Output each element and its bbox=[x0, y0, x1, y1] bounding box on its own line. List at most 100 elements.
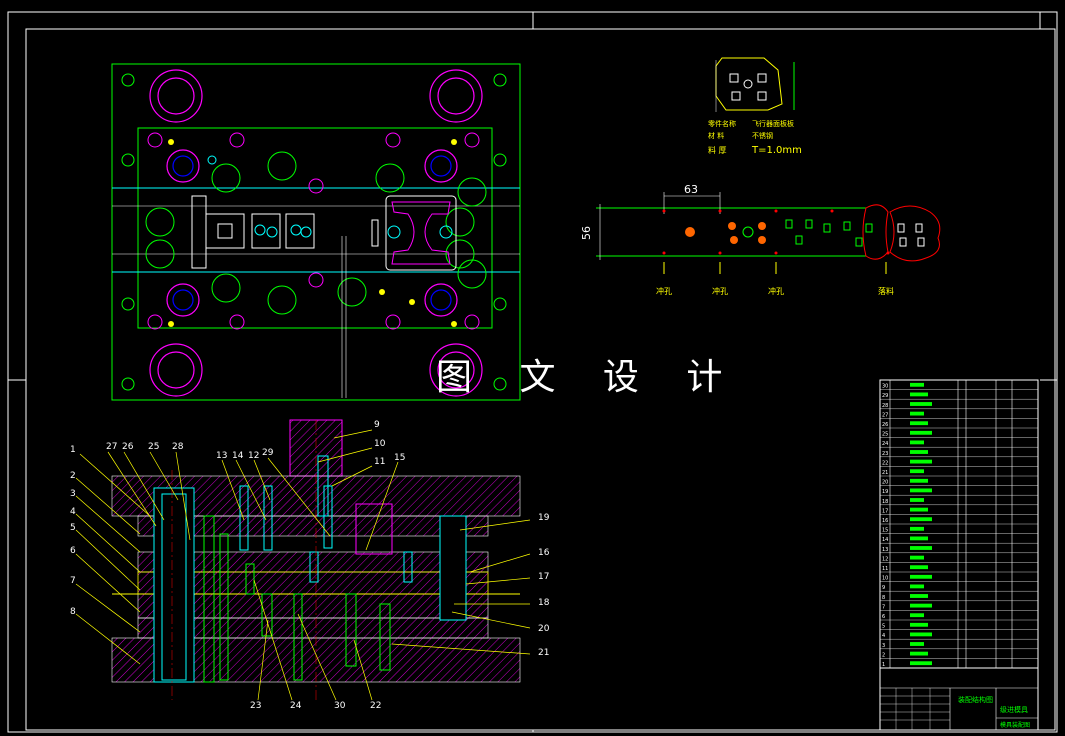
bom-row-number: 8 bbox=[882, 595, 885, 601]
callout-13: 13 bbox=[216, 451, 227, 461]
station-label-4: 落料 bbox=[878, 286, 894, 296]
material-label: 材 料 bbox=[708, 131, 724, 140]
bom-row-number: 17 bbox=[882, 508, 888, 514]
bom-row-name-mark bbox=[910, 517, 932, 522]
bom-row-number: 19 bbox=[882, 489, 888, 495]
bom-row-number: 1 bbox=[882, 662, 885, 668]
callout-5: 5 bbox=[70, 523, 76, 533]
title-block-drawing: 装配结构图 bbox=[958, 695, 993, 704]
bom-row-name-mark bbox=[910, 421, 928, 426]
callout-11: 11 bbox=[374, 457, 385, 467]
bom-row-number: 4 bbox=[882, 633, 885, 639]
thickness-label: 料 厚 bbox=[708, 145, 727, 155]
title-block: 装配结构图 级进模具 模具装配图 bbox=[879, 667, 1039, 731]
dim-pitch: 63 bbox=[684, 183, 698, 196]
bom-row-number: 21 bbox=[882, 470, 888, 476]
bom-row-number: 26 bbox=[882, 422, 888, 428]
bom-row-name-mark bbox=[910, 574, 932, 579]
bom-row-number: 16 bbox=[882, 518, 888, 524]
bom-row-name-mark bbox=[910, 526, 924, 531]
bom-row-name-mark bbox=[910, 613, 924, 618]
title-block-title: 级进模具 bbox=[1000, 705, 1028, 714]
bom-row-number: 12 bbox=[882, 556, 888, 562]
bom-row-name-mark bbox=[910, 498, 924, 502]
bom-row-name-mark bbox=[910, 450, 928, 454]
bom-row-name-mark bbox=[910, 594, 928, 598]
bom-row-number: 18 bbox=[882, 499, 888, 505]
bom-row-name-mark bbox=[910, 507, 928, 512]
bom-row-number: 13 bbox=[882, 547, 888, 553]
bom-row-name-mark bbox=[910, 603, 932, 608]
callout-10: 10 bbox=[374, 439, 386, 449]
bom-row-name-mark bbox=[910, 536, 928, 541]
bom-row-name-mark bbox=[910, 642, 924, 646]
callout-18: 18 bbox=[538, 598, 550, 608]
station-label-3: 冲孔 bbox=[768, 286, 784, 296]
callout-6: 6 bbox=[70, 546, 76, 556]
material-value: 不锈钢 bbox=[752, 131, 773, 140]
bom-row-number: 3 bbox=[882, 643, 885, 649]
bom-row-name-mark bbox=[910, 546, 932, 550]
strip-layout: 63 56 冲孔 冲孔 冲孔 落料 bbox=[580, 183, 941, 296]
bom-row-name-mark bbox=[910, 661, 932, 666]
callout-16: 16 bbox=[538, 548, 550, 558]
callout-8: 8 bbox=[70, 607, 76, 617]
bom-row-number: 7 bbox=[882, 604, 885, 610]
callout-29: 29 bbox=[262, 448, 274, 458]
section-view bbox=[111, 419, 521, 700]
bom-row-name-mark bbox=[910, 411, 924, 416]
bom-row-name-mark bbox=[910, 565, 928, 570]
callout-26: 26 bbox=[122, 442, 134, 452]
bom-row-number: 2 bbox=[882, 652, 885, 658]
callout-27: 27 bbox=[106, 442, 117, 452]
bom-row-name-mark bbox=[910, 478, 928, 483]
callout-12: 12 bbox=[248, 451, 259, 461]
callout-23: 23 bbox=[250, 701, 261, 711]
bom-row-number: 28 bbox=[882, 403, 888, 409]
thickness-value: T=1.0mm bbox=[751, 145, 802, 156]
bom-row-number: 27 bbox=[882, 412, 888, 418]
bom-row-name-mark bbox=[910, 402, 932, 406]
callout-7: 7 bbox=[70, 576, 76, 586]
bom-row-name-mark bbox=[910, 392, 928, 397]
bom-row-number: 30 bbox=[882, 384, 888, 390]
station-label-1: 冲孔 bbox=[656, 286, 672, 296]
part-sketch: 零件名称 飞行器面板板 材 料 不锈钢 料 厚 T=1.0mm bbox=[708, 57, 802, 156]
callout-1: 1 bbox=[70, 445, 76, 455]
bom-row-number: 23 bbox=[882, 451, 888, 457]
bom-row-number: 11 bbox=[882, 566, 888, 572]
bom-row-name-mark bbox=[910, 440, 924, 445]
title-block-sheet: 模具装配图 bbox=[1000, 721, 1030, 729]
bom-row-name-mark bbox=[910, 622, 928, 627]
bom-row-name-mark bbox=[910, 584, 924, 589]
callout-20: 20 bbox=[538, 624, 550, 634]
bom-row-number: 9 bbox=[882, 585, 885, 591]
callout-21: 21 bbox=[538, 648, 549, 658]
bom-row-name-mark bbox=[910, 459, 932, 464]
callout-3: 3 bbox=[70, 489, 76, 499]
part-name-label: 零件名称 bbox=[708, 119, 736, 128]
callout-22: 22 bbox=[370, 701, 381, 711]
dim-width: 56 bbox=[580, 226, 593, 240]
bom-row-name-mark bbox=[910, 632, 932, 637]
callout-25: 25 bbox=[148, 442, 159, 452]
callout-9: 9 bbox=[374, 420, 380, 430]
bom-row-number: 5 bbox=[882, 624, 885, 630]
bom-row-name-mark bbox=[910, 651, 928, 656]
watermark-text: 图 文 设 计 bbox=[436, 357, 741, 398]
callout-30: 30 bbox=[334, 701, 346, 711]
bom-row-number: 29 bbox=[882, 393, 888, 399]
bom-row-number: 6 bbox=[882, 614, 885, 620]
bom-row-name-mark bbox=[910, 488, 932, 493]
bom-row-number: 20 bbox=[882, 480, 888, 486]
bom-table: 3029282726252423222120191817161514131211… bbox=[879, 379, 1039, 669]
callout-14: 14 bbox=[232, 451, 244, 461]
bom-row-number: 22 bbox=[882, 460, 888, 466]
callout-24: 24 bbox=[290, 701, 302, 711]
callout-2: 2 bbox=[70, 471, 76, 481]
bom-row-number: 25 bbox=[882, 432, 888, 438]
callout-19: 19 bbox=[538, 513, 550, 523]
callout-4: 4 bbox=[70, 507, 76, 517]
station-label-2: 冲孔 bbox=[712, 286, 728, 296]
bom-row-number: 24 bbox=[882, 441, 888, 447]
